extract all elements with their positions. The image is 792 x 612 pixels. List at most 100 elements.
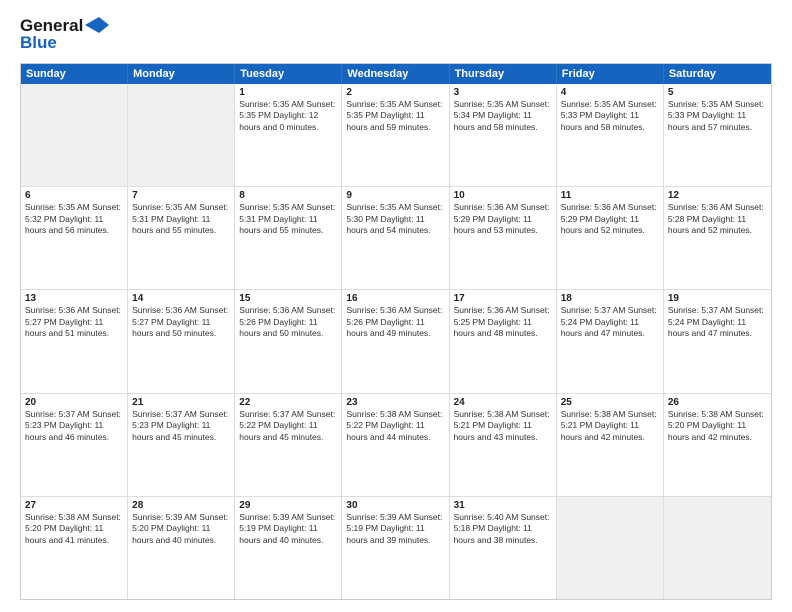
calendar-cell: 20Sunrise: 5:37 AM Sunset: 5:23 PM Dayli… [21, 394, 128, 496]
calendar-cell [128, 84, 235, 186]
calendar-cell: 4Sunrise: 5:35 AM Sunset: 5:33 PM Daylig… [557, 84, 664, 186]
cell-info: Sunrise: 5:37 AM Sunset: 5:24 PM Dayligh… [561, 305, 659, 339]
day-number: 5 [668, 87, 767, 98]
cell-info: Sunrise: 5:36 AM Sunset: 5:27 PM Dayligh… [132, 305, 230, 339]
cell-info: Sunrise: 5:38 AM Sunset: 5:22 PM Dayligh… [346, 409, 444, 443]
calendar-cell: 19Sunrise: 5:37 AM Sunset: 5:24 PM Dayli… [664, 290, 771, 392]
page: General Blue SundayMondayTuesdayWednesda… [0, 0, 792, 612]
calendar-cell: 15Sunrise: 5:36 AM Sunset: 5:26 PM Dayli… [235, 290, 342, 392]
day-number: 29 [239, 500, 337, 511]
day-number: 19 [668, 293, 767, 304]
cell-info: Sunrise: 5:39 AM Sunset: 5:19 PM Dayligh… [346, 512, 444, 546]
calendar-row: 20 Sunrise: 5:37 AM Sunset: 5:23 PM Dayli… [21, 394, 771, 497]
calendar-header: SundayMondayTuesdayWednesdayThursdayFrid… [21, 64, 771, 84]
calendar-cell: 27Sunrise: 5:38 AM Sunset: 5:20 PM Dayli… [21, 497, 128, 599]
day-number: 11 [561, 190, 659, 201]
cell-info: Sunrise: 5:38 AM Sunset: 5:21 PM Dayligh… [561, 409, 659, 443]
day-number: 4 [561, 87, 659, 98]
calendar-row: 6Sunrise: 5:35 AM Sunset: 5:32 PM Daylig… [21, 187, 771, 290]
day-number: 18 [561, 293, 659, 304]
calendar-cell: 2Sunrise: 5:35 AM Sunset: 5:35 PM Daylig… [342, 84, 449, 186]
day-number: 22 [239, 397, 337, 408]
calendar-cell: 24Sunrise: 5:38 AM Sunset: 5:21 PM Dayli… [450, 394, 557, 496]
calendar-cell: 7Sunrise: 5:35 AM Sunset: 5:31 PM Daylig… [128, 187, 235, 289]
cell-info: Sunrise: 5:35 AM Sunset: 5:35 PM Dayligh… [346, 99, 444, 133]
calendar-cell: 30Sunrise: 5:39 AM Sunset: 5:19 PM Dayli… [342, 497, 449, 599]
weekday-header: Thursday [450, 64, 557, 84]
calendar-cell: 8Sunrise: 5:35 AM Sunset: 5:31 PM Daylig… [235, 187, 342, 289]
calendar-cell: 16Sunrise: 5:36 AM Sunset: 5:26 PM Dayli… [342, 290, 449, 392]
calendar-cell: 6Sunrise: 5:35 AM Sunset: 5:32 PM Daylig… [21, 187, 128, 289]
cell-info: Sunrise: 5:36 AM Sunset: 5:29 PM Dayligh… [561, 202, 659, 236]
calendar-cell: 5Sunrise: 5:35 AM Sunset: 5:33 PM Daylig… [664, 84, 771, 186]
cell-info: Sunrise: 5:35 AM Sunset: 5:30 PM Dayligh… [346, 202, 444, 236]
cell-info: Sunrise: 5:38 AM Sunset: 5:21 PM Dayligh… [454, 409, 552, 443]
day-number: 16 [346, 293, 444, 304]
logo: General Blue [20, 16, 109, 53]
day-number: 17 [454, 293, 552, 304]
cell-info: Sunrise: 5:35 AM Sunset: 5:31 PM Dayligh… [239, 202, 337, 236]
day-number: 27 [25, 500, 123, 511]
weekday-header: Wednesday [342, 64, 449, 84]
cell-info: Sunrise: 5:39 AM Sunset: 5:20 PM Dayligh… [132, 512, 230, 546]
day-number: 20 [25, 397, 123, 408]
calendar-row: 27Sunrise: 5:38 AM Sunset: 5:20 PM Dayli… [21, 497, 771, 599]
day-number: 7 [132, 190, 230, 201]
day-number: 3 [454, 87, 552, 98]
logo-blue: Blue [20, 33, 57, 53]
calendar-cell: 3Sunrise: 5:35 AM Sunset: 5:34 PM Daylig… [450, 84, 557, 186]
cell-info: Sunrise: 5:37 AM Sunset: 5:23 PM Dayligh… [132, 409, 230, 443]
day-number: 12 [668, 190, 767, 201]
day-number: 14 [132, 293, 230, 304]
calendar-cell: 22Sunrise: 5:37 AM Sunset: 5:22 PM Dayli… [235, 394, 342, 496]
day-number: 2 [346, 87, 444, 98]
weekday-header: Saturday [664, 64, 771, 84]
calendar-cell: 26Sunrise: 5:38 AM Sunset: 5:20 PM Dayli… [664, 394, 771, 496]
cell-info: Sunrise: 5:36 AM Sunset: 5:27 PM Dayligh… [25, 305, 123, 339]
cell-info: Sunrise: 5:35 AM Sunset: 5:33 PM Dayligh… [668, 99, 767, 133]
day-number: 1 [239, 87, 337, 98]
weekday-header: Tuesday [235, 64, 342, 84]
calendar-cell: 9Sunrise: 5:35 AM Sunset: 5:30 PM Daylig… [342, 187, 449, 289]
cell-info: Sunrise: 5:35 AM Sunset: 5:31 PM Dayligh… [132, 202, 230, 236]
day-number: 26 [668, 397, 767, 408]
day-number: 21 [132, 397, 230, 408]
day-number: 30 [346, 500, 444, 511]
weekday-header: Sunday [21, 64, 128, 84]
cell-info: Sunrise: 5:38 AM Sunset: 5:20 PM Dayligh… [668, 409, 767, 443]
day-number: 6 [25, 190, 123, 201]
calendar-cell: 10Sunrise: 5:36 AM Sunset: 5:29 PM Dayli… [450, 187, 557, 289]
day-number: 24 [454, 397, 552, 408]
calendar-cell: 17Sunrise: 5:36 AM Sunset: 5:25 PM Dayli… [450, 290, 557, 392]
cell-info: Sunrise: 5:39 AM Sunset: 5:19 PM Dayligh… [239, 512, 337, 546]
calendar-cell: 12Sunrise: 5:36 AM Sunset: 5:28 PM Dayli… [664, 187, 771, 289]
cell-info: Sunrise: 5:36 AM Sunset: 5:26 PM Dayligh… [239, 305, 337, 339]
calendar-cell [21, 84, 128, 186]
weekday-header: Monday [128, 64, 235, 84]
header: General Blue [20, 16, 772, 53]
cell-info: Sunrise: 5:36 AM Sunset: 5:28 PM Dayligh… [668, 202, 767, 236]
calendar-cell [664, 497, 771, 599]
cell-info: Sunrise: 5:38 AM Sunset: 5:20 PM Dayligh… [25, 512, 123, 546]
cell-info: Sunrise: 5:36 AM Sunset: 5:29 PM Dayligh… [454, 202, 552, 236]
calendar: SundayMondayTuesdayWednesdayThursdayFrid… [20, 63, 772, 600]
calendar-cell: 29Sunrise: 5:39 AM Sunset: 5:19 PM Dayli… [235, 497, 342, 599]
cell-info: Sunrise: 5:35 AM Sunset: 5:34 PM Dayligh… [454, 99, 552, 133]
calendar-cell: 31Sunrise: 5:40 AM Sunset: 5:18 PM Dayli… [450, 497, 557, 599]
calendar-cell: 11Sunrise: 5:36 AM Sunset: 5:29 PM Dayli… [557, 187, 664, 289]
cell-info: Sunrise: 5:35 AM Sunset: 5:35 PM Dayligh… [239, 99, 337, 133]
calendar-cell: 28Sunrise: 5:39 AM Sunset: 5:20 PM Dayli… [128, 497, 235, 599]
weekday-header: Friday [557, 64, 664, 84]
cell-info: Sunrise: 5:36 AM Sunset: 5:26 PM Dayligh… [346, 305, 444, 339]
day-number: 8 [239, 190, 337, 201]
calendar-row: 1Sunrise: 5:35 AM Sunset: 5:35 PM Daylig… [21, 84, 771, 187]
calendar-row: 13Sunrise: 5:36 AM Sunset: 5:27 PM Dayli… [21, 290, 771, 393]
cell-info: Sunrise: 5:36 AM Sunset: 5:25 PM Dayligh… [454, 305, 552, 339]
calendar-cell [557, 497, 664, 599]
calendar-cell: 21Sunrise: 5:37 AM Sunset: 5:23 PM Dayli… [128, 394, 235, 496]
calendar-cell: 25Sunrise: 5:38 AM Sunset: 5:21 PM Dayli… [557, 394, 664, 496]
calendar-cell: 14Sunrise: 5:36 AM Sunset: 5:27 PM Dayli… [128, 290, 235, 392]
calendar-body: 1Sunrise: 5:35 AM Sunset: 5:35 PM Daylig… [21, 84, 771, 599]
day-number: 31 [454, 500, 552, 511]
calendar-cell: 18Sunrise: 5:37 AM Sunset: 5:24 PM Dayli… [557, 290, 664, 392]
